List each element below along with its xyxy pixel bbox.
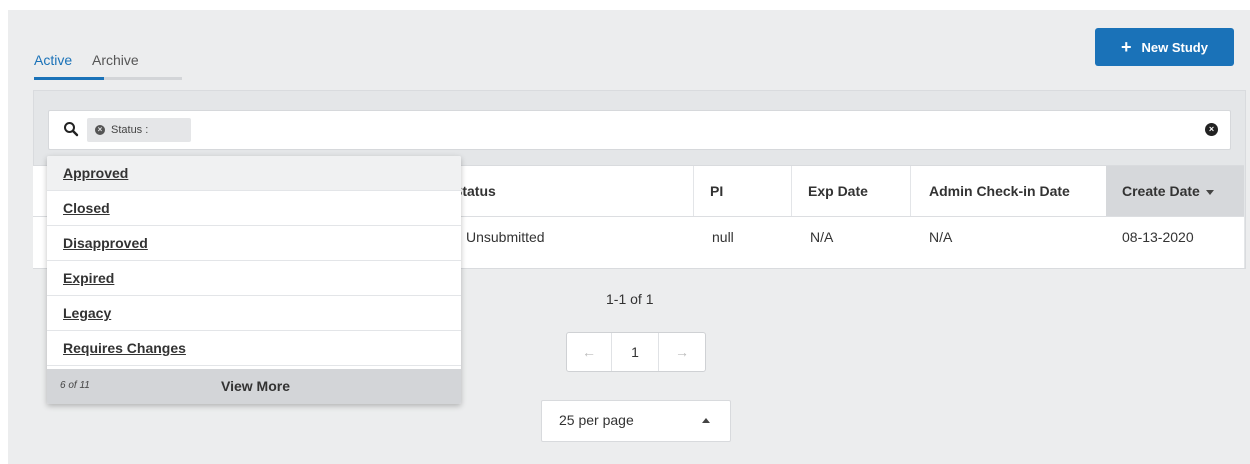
- cell-pi: null: [712, 229, 734, 245]
- pagination-range-text: 1-1 of 1: [606, 291, 654, 307]
- column-header-admin-check-in-date[interactable]: Admin Check-in Date: [929, 166, 1070, 216]
- status-option-requires-changes[interactable]: Requires Changes: [47, 331, 461, 366]
- active-tab-indicator: [34, 77, 104, 80]
- status-dropdown: Approved Closed Disapproved Expired Lega…: [47, 156, 461, 404]
- previous-page-button[interactable]: ←: [567, 333, 611, 371]
- dropdown-footer: 6 of 11 View More: [47, 369, 461, 404]
- column-header-pi[interactable]: PI: [710, 166, 723, 216]
- cell-exp-date: N/A: [810, 229, 834, 245]
- plus-icon: +: [1121, 37, 1132, 57]
- status-option-approved[interactable]: Approved: [47, 156, 461, 191]
- column-divider: [791, 166, 792, 216]
- new-study-button[interactable]: + New Study: [1095, 28, 1234, 66]
- search-bar[interactable]: × Status : ×: [48, 110, 1231, 150]
- remove-chip-icon[interactable]: ×: [95, 125, 105, 135]
- column-divider: [910, 166, 911, 216]
- search-icon[interactable]: [63, 121, 79, 137]
- status-option-legacy[interactable]: Legacy: [47, 296, 461, 331]
- option-count: 6 of 11: [60, 380, 90, 391]
- page-background: Active Archive + New Study × Status : × …: [8, 10, 1250, 464]
- sort-descending-icon: [1205, 189, 1214, 195]
- status-chip-label: Status :: [111, 124, 149, 136]
- new-study-label: New Study: [1141, 39, 1208, 55]
- cell-status: Unsubmitted: [466, 229, 545, 245]
- status-option-expired[interactable]: Expired: [47, 261, 461, 296]
- cell-create-date: 08-13-2020: [1122, 229, 1194, 245]
- column-divider: [693, 166, 694, 216]
- create-date-label: Create Date: [1122, 183, 1200, 199]
- tab-active[interactable]: Active: [34, 52, 72, 68]
- status-option-closed[interactable]: Closed: [47, 191, 461, 226]
- column-header-create-date[interactable]: Create Date: [1122, 166, 1214, 216]
- pagination-control: ← 1 →: [566, 332, 706, 372]
- per-page-value: 25 per page: [559, 412, 634, 428]
- next-page-button[interactable]: →: [659, 333, 705, 371]
- tab-archive[interactable]: Archive: [92, 52, 139, 68]
- tab-bar: Active Archive: [34, 52, 182, 80]
- clear-search-icon[interactable]: ×: [1205, 123, 1218, 136]
- per-page-select[interactable]: 25 per page: [541, 400, 731, 442]
- status-option-disapproved[interactable]: Disapproved: [47, 226, 461, 261]
- caret-up-icon: [702, 418, 710, 423]
- status-filter-chip[interactable]: × Status :: [87, 118, 191, 142]
- cell-admin-check-in-date: N/A: [929, 229, 953, 245]
- column-header-exp-date[interactable]: Exp Date: [808, 166, 868, 216]
- page-number-button[interactable]: 1: [611, 333, 659, 371]
- view-more-button[interactable]: View More: [221, 378, 290, 394]
